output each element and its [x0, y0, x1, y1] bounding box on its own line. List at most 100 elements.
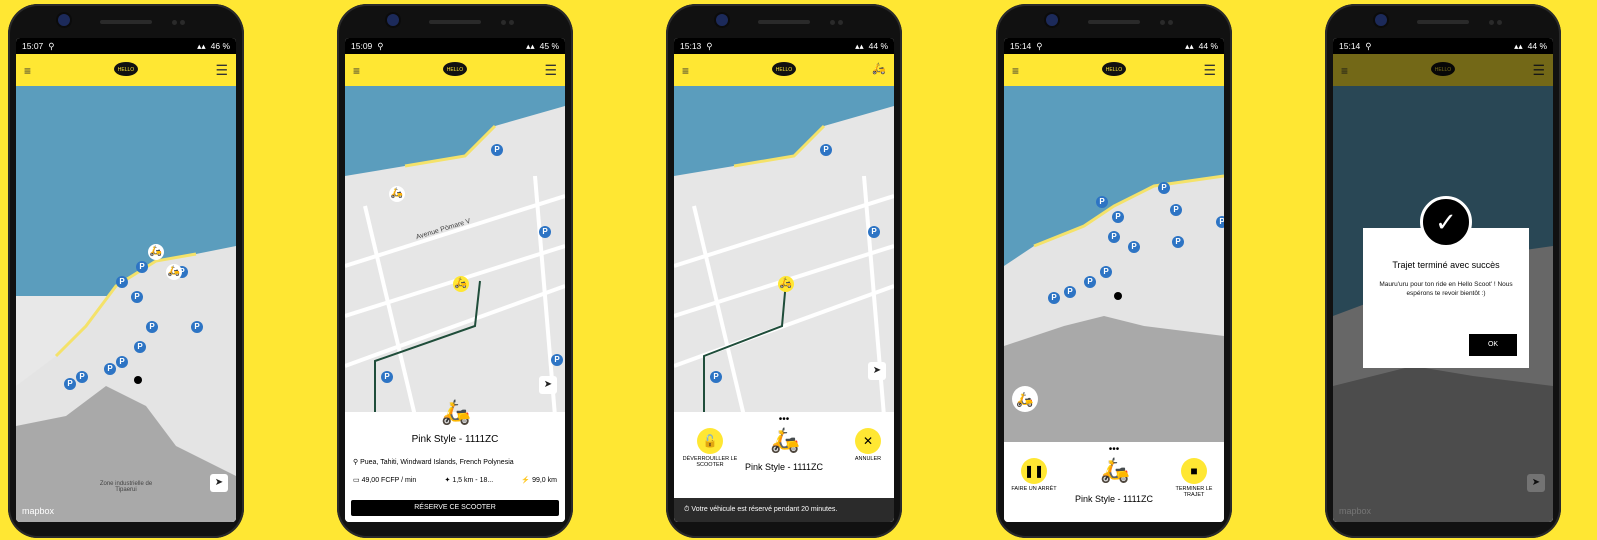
hamburger-icon[interactable]: ≡ [353, 64, 360, 78]
parking-marker[interactable]: P [551, 354, 563, 366]
parking-marker[interactable]: P [116, 276, 128, 288]
more-icon[interactable]: ••• [1004, 444, 1224, 455]
signal-icon: ▴▴ [197, 41, 206, 51]
dialog-body: Mauru'uru pour ton ride en Hello Scoot' … [1379, 281, 1513, 297]
parking-marker[interactable]: P [76, 371, 88, 383]
parking-marker[interactable]: P [64, 378, 76, 390]
parking-marker[interactable]: P [1158, 182, 1170, 194]
list-icon[interactable]: ☰ [544, 62, 557, 79]
signal-icon: ▴▴ [1185, 41, 1194, 51]
parking-marker[interactable]: P [1096, 196, 1108, 208]
parking-marker[interactable]: P [191, 321, 203, 333]
parking-marker[interactable]: P [136, 261, 148, 273]
parking-marker[interactable]: P [116, 356, 128, 368]
parking-marker[interactable]: P [1170, 204, 1182, 216]
screen-2: 15:09 ⚲ ▴▴ 45 % ≡ HELLO ☰ P P P P 🛵 🛵 Av… [345, 38, 565, 522]
parking-marker[interactable]: P [1064, 286, 1076, 298]
app-bar: ≡ HELLO ☰ [16, 54, 236, 86]
pin-icon: ⚲ [353, 459, 359, 466]
hamburger-icon[interactable]: ≡ [682, 64, 689, 78]
parking-marker[interactable]: P [1128, 241, 1140, 253]
end-ride-button[interactable]: ■ TERMINER LE TRAJET [1170, 458, 1218, 498]
parking-marker[interactable]: P [134, 341, 146, 353]
parking-marker[interactable]: P [1112, 211, 1124, 223]
map-view[interactable]: P P P 🛵 ➤ [674, 86, 894, 416]
scooter-icon[interactable]: 🛵 [166, 264, 182, 280]
coastline-shape [16, 246, 236, 522]
status-time: 15:14 [1339, 41, 1361, 51]
scooter-icon[interactable]: 🛵 [148, 244, 164, 260]
map-view[interactable]: P P P P 🛵 🛵 Avenue Pōmare V ➤ [345, 86, 565, 416]
status-time: 15:13 [680, 41, 702, 51]
status-bar: 15:09 ⚲ ▴▴ 45 % [345, 38, 565, 54]
industrial-zone-label: Zone industrielle de Tipaerui [99, 481, 153, 493]
list-icon[interactable]: ☰ [1203, 62, 1216, 79]
screen-5: 15:14⚲ ▴▴44 % ≡ HELLO ☰ ➤ mapbox ✓ Traje… [1333, 38, 1553, 522]
ok-button[interactable]: OK [1469, 334, 1517, 356]
location-icon: ⚲ [1365, 41, 1372, 51]
parking-marker[interactable]: P [381, 371, 393, 383]
scooter-icon[interactable]: 🛵 [872, 62, 886, 75]
location-icon: ⚲ [1036, 41, 1043, 51]
price-text: ▭ 49,00 FCFP / min [353, 477, 417, 484]
reserve-scooter-button[interactable]: RÉSERVE CE SCOOTER [351, 500, 559, 516]
map-view[interactable]: P P P P P P P P P P P 🛵 🛵 Zone industrie… [16, 86, 236, 522]
parking-marker[interactable]: P [868, 226, 880, 238]
parking-marker[interactable]: P [710, 371, 722, 383]
list-icon[interactable]: ☰ [215, 62, 228, 79]
svg-text:HELLO: HELLO [447, 67, 464, 73]
ride-panel: ••• ❚❚ FAIRE UN ARRÊT 🛵 Pink Style - 111… [1004, 442, 1224, 522]
locate-arrow-icon[interactable]: ➤ [868, 362, 886, 380]
pause-button[interactable]: ❚❚ FAIRE UN ARRÊT [1010, 458, 1058, 492]
parking-marker[interactable]: P [1108, 231, 1120, 243]
app-bar: ≡ HELLO 🛵 [674, 54, 894, 86]
close-icon: ✕ [855, 428, 881, 454]
screen-3: 15:13 ⚲ ▴▴ 44 % ≡ HELLO 🛵 P P P 🛵 ➤ ••• … [674, 38, 894, 522]
end-ride-label: TERMINER LE TRAJET [1175, 486, 1213, 498]
active-ride-scooter-icon[interactable]: 🛵 [1012, 386, 1038, 412]
hello-scoot-logo-icon: HELLO [1102, 62, 1126, 76]
locate-arrow-icon[interactable]: ➤ [210, 474, 228, 492]
parking-marker[interactable]: P [131, 291, 143, 303]
scooter-name: Pink Style - 1111ZC [744, 462, 824, 472]
parking-marker[interactable]: P [146, 321, 158, 333]
map-view[interactable]: P P P P P P P P P P P P 🛵 [1004, 86, 1224, 442]
walk-text: ✦ 1,5 km - 18... [444, 477, 494, 484]
coastline-shape [1004, 86, 1224, 442]
parking-marker[interactable]: P [1048, 292, 1060, 304]
scooter-icon[interactable]: 🛵 [389, 186, 405, 202]
selected-scooter-icon[interactable]: 🛵 [778, 276, 794, 292]
parking-marker[interactable]: P [1084, 276, 1096, 288]
status-bar: 15:14 ⚲ ▴▴ 44 % [1004, 38, 1224, 54]
screen-1: 15:07 ⚲ ▴▴ 46 % ≡ HELLO ☰ P P P P P P P P … [16, 38, 236, 522]
dialog-title: Trajet terminé avec succès [1392, 260, 1500, 270]
svg-text:HELLO: HELLO [118, 67, 135, 73]
status-time: 15:14 [1010, 41, 1032, 51]
status-time: 15:09 [351, 41, 373, 51]
location-icon: ⚲ [48, 41, 55, 51]
app-bar: ≡ HELLO ☰ [345, 54, 565, 86]
locate-arrow-icon[interactable]: ➤ [539, 376, 557, 394]
battery-level: 44 % [868, 41, 888, 51]
parking-marker[interactable]: P [1216, 216, 1224, 228]
status-time: 15:07 [22, 41, 44, 51]
parking-marker[interactable]: P [1172, 236, 1184, 248]
more-icon[interactable]: ••• [674, 414, 894, 425]
cancel-button[interactable]: ✕ ANNULER [848, 428, 888, 462]
status-bar: 15:14 ⚲ ▴▴ 44 % [1333, 38, 1553, 54]
phone-5: 15:14⚲ ▴▴44 % ≡ HELLO ☰ ➤ mapbox ✓ Traje… [1325, 4, 1561, 538]
location-icon: ⚲ [706, 41, 713, 51]
parking-marker[interactable]: P [104, 363, 116, 375]
hamburger-icon[interactable]: ≡ [24, 64, 31, 78]
parking-marker[interactable]: P [539, 226, 551, 238]
street-map-shape [345, 86, 565, 416]
battery-level: 46 % [210, 41, 230, 51]
phone-3: 15:13 ⚲ ▴▴ 44 % ≡ HELLO 🛵 P P P 🛵 ➤ ••• … [666, 4, 902, 538]
hamburger-icon[interactable]: ≡ [1012, 64, 1019, 78]
signal-icon: ▴▴ [855, 41, 864, 51]
bolt-icon: ⚡ [521, 477, 531, 484]
selected-scooter-icon[interactable]: 🛵 [453, 276, 469, 292]
parking-marker[interactable]: P [1100, 266, 1112, 278]
parking-marker[interactable]: P [491, 144, 503, 156]
parking-marker[interactable]: P [820, 144, 832, 156]
